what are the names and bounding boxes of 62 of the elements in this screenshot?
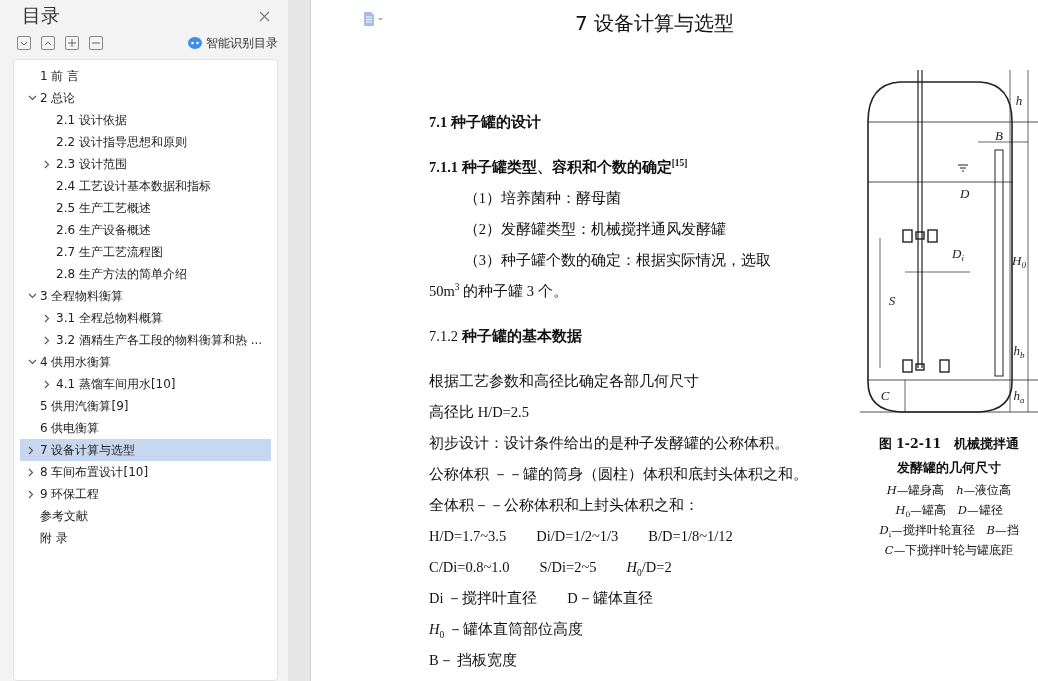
subsection-heading: 7.1.1 种子罐类型、容积和个数的确定$^{[15]}$ (429, 157, 689, 177)
text-line: 公称体积 －－罐的筒身（圆柱）体积和底封头体积之和。 (429, 465, 808, 484)
text-line: 初步设计：设计条件给出的是种子发酵罐的公称体积。 (429, 434, 790, 453)
figure-caption: H—罐身高 h—液位高 (885, 482, 1013, 499)
toc-item[interactable]: 3 全程物料衡算 (20, 285, 271, 307)
figure-caption: C—下搅拌叶轮与罐底距 (883, 542, 1015, 559)
expand-all-button[interactable] (17, 36, 31, 50)
text-line: 高径比 H/D=2.5 (429, 403, 530, 422)
toc-item[interactable]: 2.8 生产方法的简单介绍 (20, 263, 271, 285)
remove-button[interactable] (89, 36, 103, 50)
toc-item[interactable]: 2.3 设计范围 (20, 153, 271, 175)
toc-item[interactable]: 2.5 生产工艺概述 (20, 197, 271, 219)
formula-text: Di/D=1/2~1/3 (536, 527, 619, 546)
toc-item[interactable]: 6 供电衡算 (20, 417, 271, 439)
cloud-icon (188, 37, 202, 49)
chapter-title: 7 设备计算与选型 (574, 10, 735, 37)
chevron-down-icon (20, 40, 28, 46)
add-button[interactable] (65, 36, 79, 50)
collapse-all-button[interactable] (41, 36, 55, 50)
text-line: 全体积－－公称体积和上封头体积之和： (429, 496, 700, 515)
formula-text: D－罐体直径 (567, 589, 653, 608)
toc-item[interactable]: 2.7 生产工艺流程图 (20, 241, 271, 263)
toc-item[interactable]: 5 供用汽衡算[9] (20, 395, 271, 417)
formula-text: Di －搅拌叶直径 (429, 589, 538, 608)
subsection-heading: 7.1.2 种子罐的基本数据 (429, 327, 583, 346)
toc-item[interactable]: 2.2 设计指导思想和原则 (20, 131, 271, 153)
figure-caption: 图 1-2-11 机械搅拌通 (877, 435, 1021, 453)
formula-text: H/D=1.7~3.5 (429, 527, 507, 546)
toc-item[interactable]: 3.2 酒精生产各工段的物料衡算和热 ... (20, 329, 271, 351)
chevron-up-icon (44, 40, 52, 46)
formula-text: C/Di=0.8~1.0 (429, 558, 510, 577)
formula-text: H$_{0}$/D=2 (626, 558, 672, 580)
toc-item[interactable]: 3.1 全程总物料概算 (20, 307, 271, 329)
paragraph: （1）培养菌种：酵母菌 (462, 189, 623, 208)
figure-caption: D$_{i}$—搅拌叶轮直径 B—挡 (878, 522, 1020, 540)
toc-item[interactable]: 1 前 言 (20, 65, 271, 87)
toc-item[interactable]: 7 设备计算与选型 (20, 439, 271, 461)
figure-caption: H$_{0}$—罐高 D—罐径 (894, 502, 1004, 520)
section-heading: 7.1 种子罐的设计 (429, 113, 542, 132)
figure-caption: 发酵罐的几何尺寸 (896, 459, 1002, 477)
toc-item[interactable]: 2.6 生产设备概述 (20, 219, 271, 241)
plus-icon (68, 39, 76, 47)
toc-item[interactable]: 9 环保工程 (20, 483, 271, 505)
minus-icon (92, 39, 100, 47)
panel-title: 目录 (22, 3, 60, 28)
toc-item[interactable]: 附 录 (20, 527, 271, 549)
text-line: B－ 挡板宽度 (429, 651, 519, 670)
toc-item[interactable]: 参考文献 (20, 505, 271, 527)
toc-item[interactable]: 2 总论 (20, 87, 271, 109)
formula-text: B/D=1/8~1/12 (648, 527, 733, 546)
text-line: 根据工艺参数和高径比确定各部几何尺寸 (429, 372, 700, 391)
formula-text: S/Di=2~5 (539, 558, 597, 577)
toc-item[interactable]: 8 车间布置设计[10] (20, 461, 271, 483)
toc-item[interactable]: 4 供用水衡算 (20, 351, 271, 373)
paragraph: （3）种子罐个数的确定：根据实际情况，选取50m$^{3}$ 的种子罐 3 个。 (429, 251, 773, 301)
toc-item[interactable]: 4.1 蒸馏车间用水[10] (20, 373, 271, 395)
close-icon[interactable] (259, 10, 270, 22)
toc-item[interactable]: 2.4 工艺设计基本数据和指标 (20, 175, 271, 197)
toc-item[interactable]: 2.1 设计依据 (20, 109, 271, 131)
smart-toc-button[interactable]: 智能识别目录 (206, 34, 278, 52)
paragraph: （2）发酵罐类型：机械搅拌通风发酵罐 (462, 220, 728, 239)
text-line: H$_{0}$ －罐体直筒部位高度 (429, 620, 584, 642)
